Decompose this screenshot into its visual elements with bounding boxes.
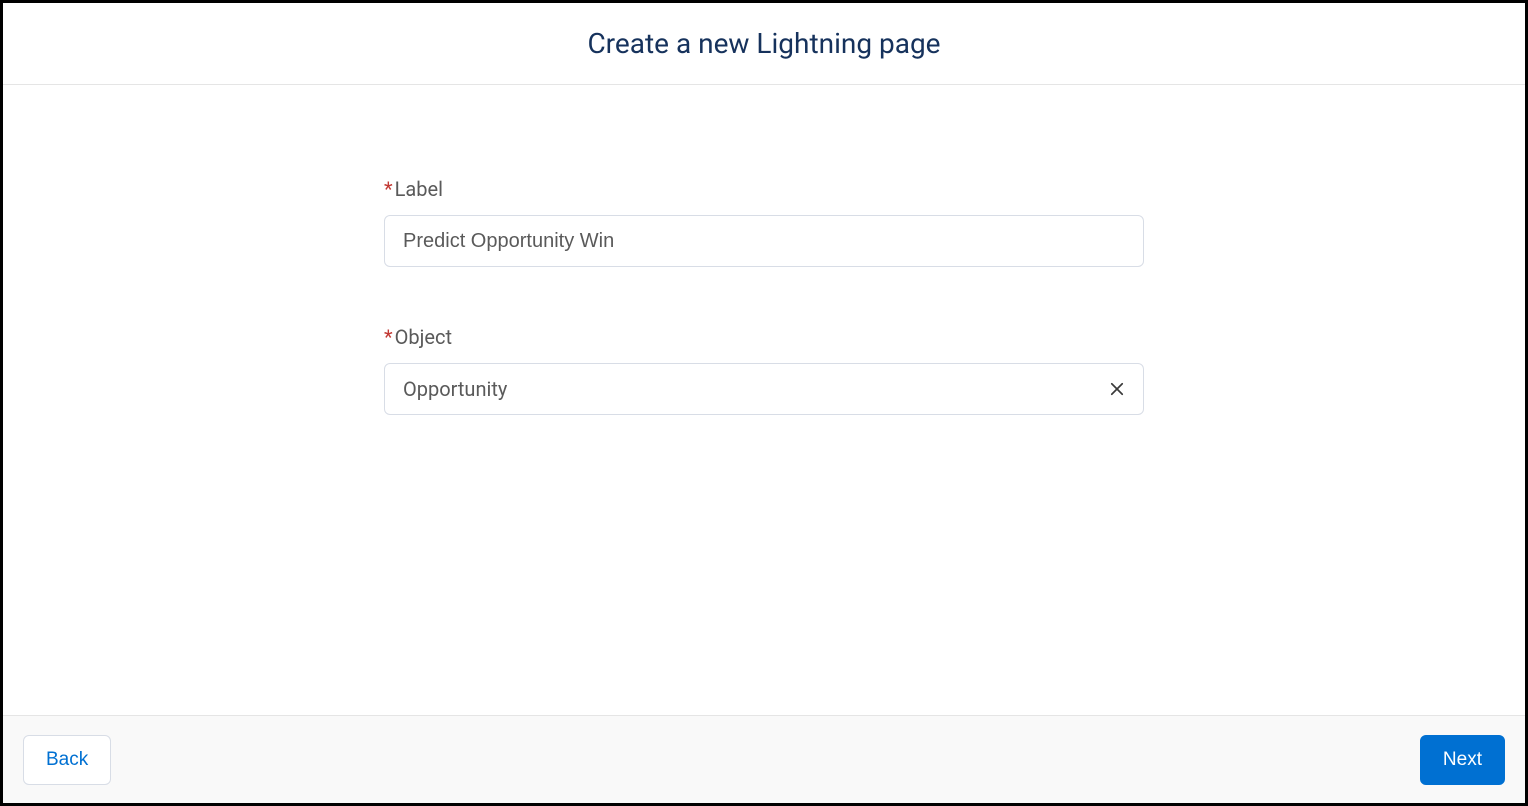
label-field-label: *Label bbox=[384, 177, 1144, 201]
label-text: Label bbox=[395, 177, 443, 201]
object-label-text: Object bbox=[395, 325, 452, 349]
close-icon bbox=[1108, 380, 1126, 398]
object-selected-value: Opportunity bbox=[403, 377, 507, 401]
required-indicator: * bbox=[384, 177, 393, 201]
object-combobox[interactable]: Opportunity bbox=[384, 363, 1144, 415]
form-container: *Label *Object Opportunity bbox=[384, 177, 1144, 715]
next-button[interactable]: Next bbox=[1420, 735, 1505, 785]
clear-object-button[interactable] bbox=[1101, 373, 1133, 405]
modal-footer: Back Next bbox=[3, 715, 1525, 803]
back-button[interactable]: Back bbox=[23, 735, 111, 785]
label-input[interactable] bbox=[384, 215, 1144, 267]
modal-content: *Label *Object Opportunity bbox=[3, 85, 1525, 715]
label-form-group: *Label bbox=[384, 177, 1144, 267]
object-form-group: *Object Opportunity bbox=[384, 325, 1144, 415]
page-title: Create a new Lightning page bbox=[3, 27, 1525, 60]
object-field-label: *Object bbox=[384, 325, 1144, 349]
modal-header: Create a new Lightning page bbox=[3, 3, 1525, 85]
required-indicator: * bbox=[384, 325, 393, 349]
